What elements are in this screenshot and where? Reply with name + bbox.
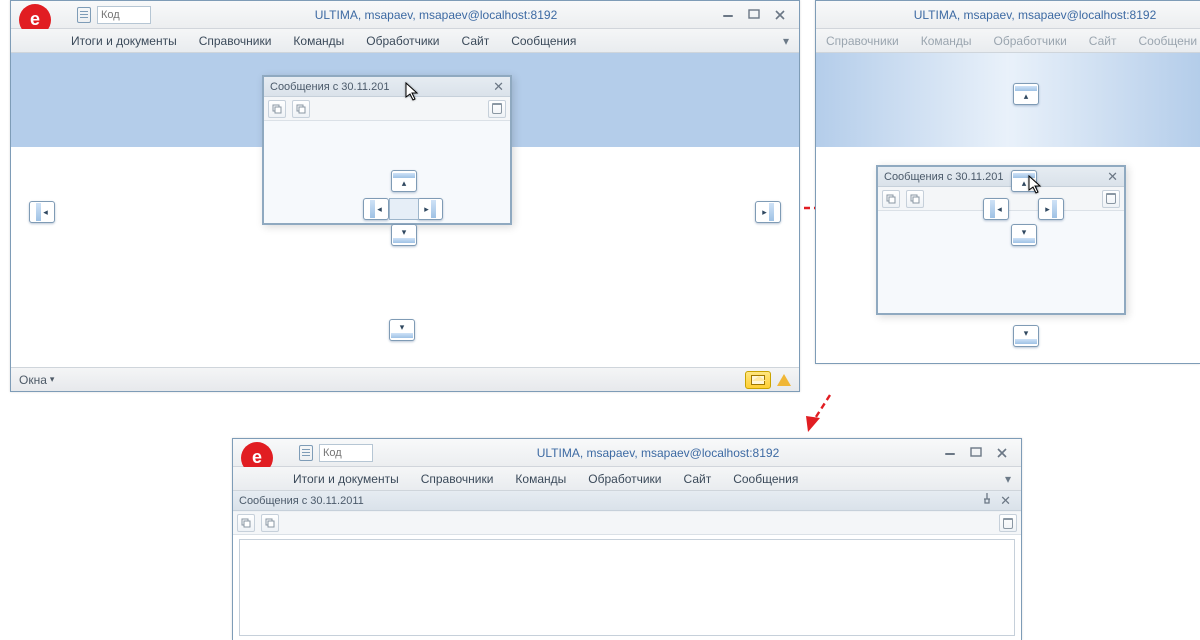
menu-sajt[interactable]: Сайт (462, 34, 490, 48)
warning-icon[interactable] (777, 374, 791, 386)
code-input[interactable] (97, 6, 151, 24)
window-title: ULTIMA, msapaev, msapaev@localhost:8192 (157, 8, 715, 22)
docked-panel-title: Сообщения с 30.11.2011 (239, 495, 364, 507)
menu-soobshcheniya[interactable]: Сообщения (511, 34, 576, 48)
app-window-2: ULTIMA, msapaev, msapaev@localhost:8192 … (815, 0, 1200, 364)
dock-guide-center[interactable] (389, 198, 419, 220)
doc-icon[interactable] (77, 7, 91, 23)
close-button[interactable] (995, 446, 1009, 460)
panel-close-icon[interactable]: ✕ (996, 493, 1015, 509)
red-arrow-2 (800, 390, 840, 438)
copy-icon-2[interactable] (906, 190, 924, 208)
dock-guide-bottom-edge[interactable]: ▾ (389, 319, 415, 341)
menu-sajt[interactable]: Сайт (684, 472, 712, 486)
panel-close-icon[interactable]: ✕ (1107, 169, 1118, 185)
dock-guide-compass-left[interactable]: ◂ (983, 198, 1009, 220)
panel-close-icon[interactable]: ✕ (493, 79, 504, 95)
floating-panel[interactable]: Сообщения с 30.11.201 ✕ (876, 165, 1126, 315)
envelope-icon (751, 375, 765, 385)
close-button[interactable] (773, 8, 787, 22)
mail-button[interactable] (745, 371, 771, 389)
app-window-1: e ULTIMA, msapaev, msapaev@localhost:819… (10, 0, 800, 392)
titlebar: e ULTIMA, msapaev, msapaev@localhost:819… (233, 439, 1021, 467)
docked-panel-toolbar (233, 511, 1021, 535)
menu-itogi[interactable]: Итоги и документы (293, 472, 399, 486)
menu-soobshcheniya[interactable]: Сообщения (733, 472, 798, 486)
menu-obrabotchiki[interactable]: Обработчики (366, 34, 439, 48)
dock-guide-bottom-edge[interactable]: ▾ (1013, 325, 1039, 347)
copy-icon[interactable] (882, 190, 900, 208)
titlebar: ULTIMA, msapaev, msapaev@localhost:8192 (816, 1, 1200, 29)
dock-guide-compass-bottom[interactable]: ▾ (391, 224, 417, 246)
menu-sajt[interactable]: Сайт (1089, 34, 1117, 48)
mouse-cursor-2 (1028, 175, 1042, 195)
maximize-button[interactable] (969, 446, 983, 460)
panel-title-text: Сообщения с 30.11.201 (884, 171, 1003, 183)
dock-highlight-top (816, 53, 1200, 147)
menu-spravochniki[interactable]: Справочники (826, 34, 899, 48)
docked-panel-body (239, 539, 1015, 636)
window-title: ULTIMA, msapaev, msapaev@localhost:8192 (379, 446, 937, 460)
dock-guide-compass-bottom[interactable]: ▾ (1011, 224, 1037, 246)
menubar: Итоги и документы Справочники Команды Об… (11, 29, 799, 53)
dock-guide-left-edge[interactable]: ◂ (29, 201, 55, 223)
panel-toolbar (264, 97, 510, 121)
menu-itogi[interactable]: Итоги и документы (71, 34, 177, 48)
minimize-button[interactable] (943, 446, 957, 460)
docked-panel-header[interactable]: Сообщения с 30.11.2011 ✕ (233, 491, 1021, 511)
titlebar: e ULTIMA, msapaev, msapaev@localhost:819… (11, 1, 799, 29)
menubar: Справочники Команды Обработчики Сайт Соо… (816, 29, 1200, 53)
copy-icon-2[interactable] (261, 514, 279, 532)
code-input[interactable] (319, 444, 373, 462)
dock-guide-compass-right[interactable]: ▸ (417, 198, 443, 220)
copy-icon[interactable] (237, 514, 255, 532)
panel-title[interactable]: Сообщения с 30.11.201 ✕ (878, 167, 1124, 187)
mouse-cursor-1 (405, 82, 419, 102)
menu-komandy[interactable]: Команды (515, 472, 566, 486)
delete-icon[interactable] (999, 514, 1017, 532)
doc-icon[interactable] (299, 445, 313, 461)
menu-spravochniki[interactable]: Справочники (421, 472, 494, 486)
menu-obrabotchiki[interactable]: Обработчики (994, 34, 1067, 48)
chevron-down-icon[interactable]: ▾ (783, 34, 789, 48)
menu-komandy[interactable]: Команды (293, 34, 344, 48)
panel-title-text: Сообщения с 30.11.201 (270, 81, 389, 93)
dock-guide-compass-left[interactable]: ◂ (363, 198, 389, 220)
menu-obrabotchiki[interactable]: Обработчики (588, 472, 661, 486)
menu-spravochniki[interactable]: Справочники (199, 34, 272, 48)
dock-guide-top-edge[interactable]: ▴ (1013, 83, 1039, 105)
chevron-down-icon[interactable]: ▾ (1005, 472, 1011, 486)
panel-title[interactable]: Сообщения с 30.11.201 ✕ (264, 77, 510, 97)
app-window-3: e ULTIMA, msapaev, msapaev@localhost:819… (232, 438, 1022, 640)
copy-icon[interactable] (268, 100, 286, 118)
dock-guide-top[interactable]: ▴ (391, 170, 417, 192)
maximize-button[interactable] (747, 8, 761, 22)
delete-icon[interactable] (488, 100, 506, 118)
dock-guide-right-edge[interactable]: ▸ (755, 201, 781, 223)
windows-menu[interactable]: Окна▾ (19, 373, 54, 387)
window-title: ULTIMA, msapaev, msapaev@localhost:8192 (876, 8, 1194, 22)
pin-icon[interactable] (978, 493, 996, 508)
copy-icon-2[interactable] (292, 100, 310, 118)
menubar: Итоги и документы Справочники Команды Об… (233, 467, 1021, 491)
delete-icon[interactable] (1102, 190, 1120, 208)
minimize-button[interactable] (721, 8, 735, 22)
menu-soobshcheniya[interactable]: Сообщени (1138, 34, 1197, 48)
dock-guide-compass-right[interactable]: ▸ (1038, 198, 1064, 220)
menu-komandy[interactable]: Команды (921, 34, 972, 48)
workspace: ▴ Сообщения с 30.11.201 ✕ ▴ ▾ ◂ ▸ ▾ (816, 53, 1200, 363)
statusbar: Окна▾ (11, 367, 799, 391)
